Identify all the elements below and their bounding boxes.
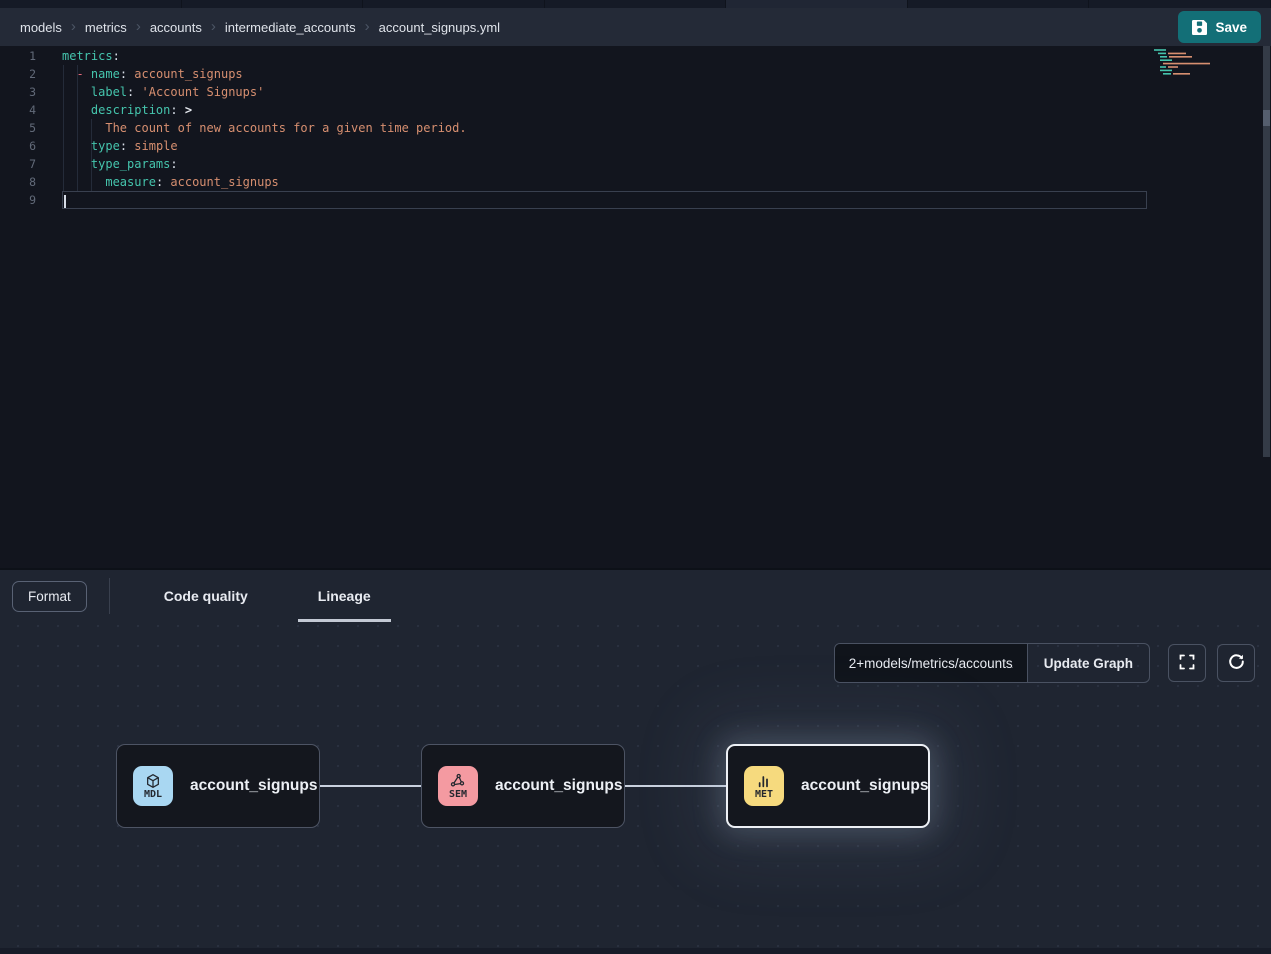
metric-bars-icon	[756, 773, 772, 789]
line-number: 1	[0, 47, 36, 65]
breadcrumb: models › metrics › accounts › intermediate_acc…	[20, 20, 1178, 35]
breadcrumb-item[interactable]: accounts	[150, 20, 202, 35]
ide-window: models › metrics › accounts › intermediate_acc…	[0, 0, 1271, 954]
format-button[interactable]: Format	[12, 581, 87, 612]
breadcrumb-item[interactable]: account_signups.yml	[379, 20, 500, 35]
code-line-text: label: 'Account Signups'	[62, 83, 264, 101]
code-line-text	[62, 191, 1147, 209]
code-line-text: type_params:	[62, 155, 178, 173]
save-button[interactable]: Save	[1178, 11, 1261, 43]
bottom-panel: Format Code quality Lineage Update Graph	[0, 568, 1271, 954]
lineage-node-mdl[interactable]: MDL account_signups	[116, 744, 320, 828]
browser-tab[interactable]	[363, 0, 545, 8]
code-line-text: description: >	[62, 101, 192, 119]
update-graph-button[interactable]: Update Graph	[1027, 644, 1149, 682]
node-label: account_signups	[190, 777, 317, 795]
tab-lineage[interactable]: Lineage	[298, 570, 391, 622]
semantic-network-badge: SEM	[438, 766, 478, 806]
minimap[interactable]	[1152, 48, 1216, 78]
browser-tab-active[interactable]	[726, 0, 908, 8]
browser-tab[interactable]	[908, 0, 1090, 8]
lineage-controls: Update Graph	[834, 643, 1255, 683]
code-line-text: measure: account_signups	[62, 173, 279, 191]
code-line-text: - name: account_signups	[62, 65, 243, 83]
semantic-network-icon	[450, 773, 466, 789]
node-type-label: MET	[755, 789, 773, 800]
top-tab-strip	[0, 0, 1271, 8]
chevron-right-icon: ›	[365, 19, 370, 34]
line-number: 8	[0, 173, 36, 191]
save-label: Save	[1215, 20, 1247, 35]
lineage-edge	[320, 785, 421, 787]
breadcrumb-item[interactable]: models	[20, 20, 62, 35]
tab-code-quality[interactable]: Code quality	[144, 570, 268, 622]
metric-bars-badge: MET	[744, 766, 784, 806]
save-floppy-icon	[1192, 20, 1207, 35]
code-line-text: The count of new accounts for a given ti…	[62, 119, 467, 137]
refresh-button[interactable]	[1217, 644, 1255, 682]
chevron-right-icon: ›	[136, 19, 141, 34]
editor-scrollbar-thumb[interactable]	[1263, 110, 1270, 126]
lineage-edge	[625, 785, 726, 787]
panel-tabs-row: Format Code quality Lineage	[0, 570, 1271, 622]
code-line[interactable]: 3 label: 'Account Signups'	[0, 83, 1271, 101]
divider	[109, 578, 110, 614]
model-cube-badge: MDL	[133, 766, 173, 806]
code-line-text: type: simple	[62, 137, 178, 155]
fullscreen-button[interactable]	[1168, 644, 1206, 682]
browser-tab[interactable]	[545, 0, 727, 8]
code-line[interactable]: 7 type_params:	[0, 155, 1271, 173]
selector-group: Update Graph	[834, 643, 1150, 683]
code-line[interactable]: 1 metrics:	[0, 47, 1271, 65]
code-line[interactable]: 2 - name: account_signups	[0, 65, 1271, 83]
chevron-right-icon: ›	[71, 19, 76, 34]
line-number: 3	[0, 83, 36, 101]
code-editor[interactable]: 1metrics:2 - name: account_signups3 labe…	[0, 46, 1271, 568]
chevron-right-icon: ›	[211, 19, 216, 34]
line-number: 4	[0, 101, 36, 119]
code-lines: 1metrics:2 - name: account_signups3 labe…	[0, 47, 1271, 209]
breadcrumb-bar: models › metrics › accounts › intermediate_acc…	[0, 8, 1271, 46]
text-cursor	[64, 195, 66, 208]
fullscreen-icon	[1179, 654, 1195, 673]
node-label: account_signups	[801, 777, 928, 795]
code-line[interactable]: 5 The count of new accounts for a given …	[0, 119, 1271, 137]
line-number: 5	[0, 119, 36, 137]
line-number: 6	[0, 137, 36, 155]
browser-tab[interactable]	[0, 0, 182, 8]
node-type-label: MDL	[144, 789, 162, 800]
code-line-text: metrics:	[62, 47, 120, 65]
line-number: 7	[0, 155, 36, 173]
code-line[interactable]: 9	[0, 191, 1271, 209]
breadcrumb-item[interactable]: intermediate_accounts	[225, 20, 356, 35]
node-type-label: SEM	[449, 789, 467, 800]
browser-tab[interactable]	[182, 0, 364, 8]
node-label: account_signups	[495, 777, 622, 795]
browser-tab[interactable]	[1089, 0, 1271, 8]
line-number: 9	[0, 191, 36, 209]
editor-scrollbar[interactable]	[1263, 46, 1270, 457]
lineage-canvas[interactable]: Update Graph	[0, 622, 1271, 950]
bottom-strip	[0, 948, 1271, 954]
code-line[interactable]: 8 measure: account_signups	[0, 173, 1271, 191]
lineage-node-sem[interactable]: SEM account_signups	[421, 744, 625, 828]
breadcrumb-item[interactable]: metrics	[85, 20, 127, 35]
line-number: 2	[0, 65, 36, 83]
model-cube-icon	[145, 773, 161, 789]
refresh-icon	[1228, 653, 1245, 673]
lineage-node-met[interactable]: MET account_signups	[726, 744, 930, 828]
panel-tabs: Code quality Lineage	[144, 570, 391, 622]
code-line[interactable]: 6 type: simple	[0, 137, 1271, 155]
lineage-selector-input[interactable]	[835, 644, 1027, 682]
code-line[interactable]: 4 description: >	[0, 101, 1271, 119]
